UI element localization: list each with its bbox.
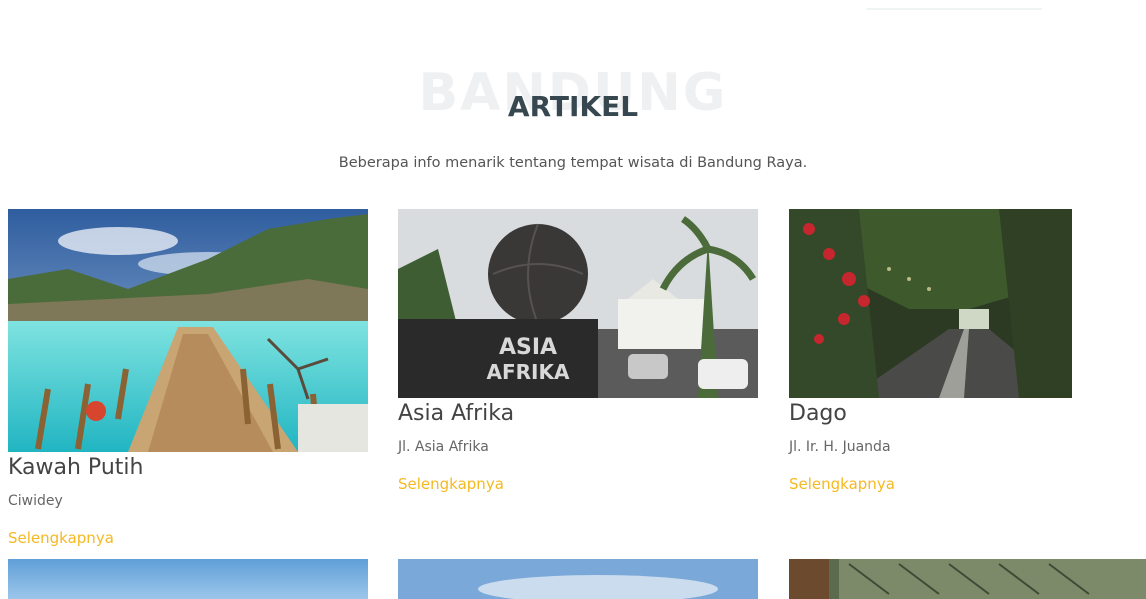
section-title: ARTIKEL <box>507 90 639 123</box>
article-card-dago: Dago Jl. Ir. H. Juanda Selengkapnya <box>789 209 1072 494</box>
article-location: Ciwidey <box>8 493 63 509</box>
read-more-link[interactable]: Selengkapnya <box>8 528 114 548</box>
article-image-asia-afrika[interactable]: ASIA AFRIKA <box>398 209 758 398</box>
section-header: BANDUNG ARTIKEL <box>0 55 1146 135</box>
top-search-input-edge[interactable] <box>866 8 1042 10</box>
read-more-link[interactable]: Selengkapnya <box>789 474 895 494</box>
section-subtitle: Beberapa info menarik tentang tempat wis… <box>338 155 808 171</box>
article-card-asia-afrika: ASIA AFRIKA Asia Afrika Jl. Asia Afrika … <box>398 209 758 494</box>
article-title[interactable]: Kawah Putih <box>8 454 368 482</box>
asia-afrika-sign-line2: AFRIKA <box>487 360 570 384</box>
article-title[interactable]: Dago <box>789 400 1072 428</box>
article-image-row2-2[interactable] <box>398 559 758 599</box>
article-image-row2-3[interactable] <box>789 559 1146 599</box>
article-image-kawah-putih[interactable] <box>8 209 368 452</box>
asia-afrika-sign-line1: ASIA <box>499 335 557 360</box>
article-image-dago[interactable] <box>789 209 1072 398</box>
article-image-row2-1[interactable] <box>8 559 368 599</box>
read-more-link[interactable]: Selengkapnya <box>398 474 504 494</box>
article-title[interactable]: Asia Afrika <box>398 400 758 428</box>
article-location: Jl. Ir. H. Juanda <box>789 439 891 455</box>
article-location: Jl. Asia Afrika <box>398 439 489 455</box>
article-card-kawah-putih: Kawah Putih Ciwidey Selengkapnya <box>8 209 368 548</box>
